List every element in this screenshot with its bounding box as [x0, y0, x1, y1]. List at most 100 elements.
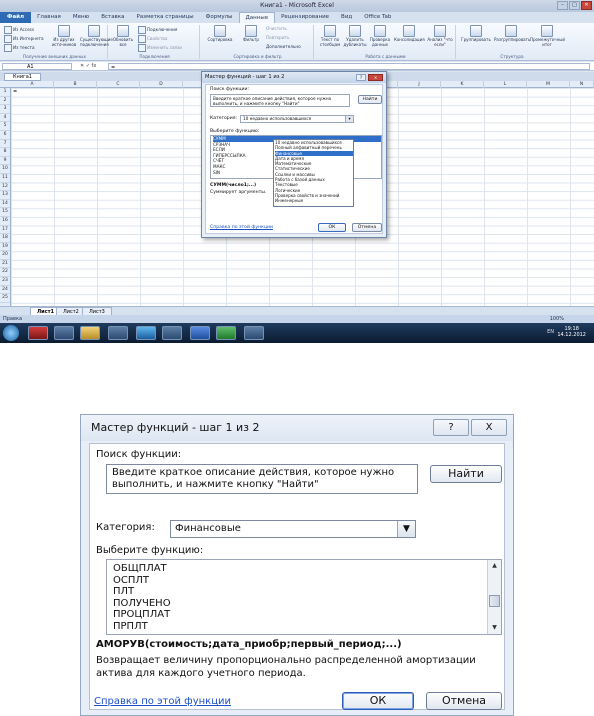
advanced-filter-button[interactable]: Дополнительно	[266, 44, 301, 49]
close-button[interactable]: ✕	[368, 74, 383, 81]
function-list-scrollbar[interactable]: ▲ ▼	[487, 560, 501, 634]
row-header[interactable]: 8	[0, 148, 10, 157]
app-icon[interactable]	[244, 326, 264, 340]
row-header[interactable]: 25	[0, 294, 10, 303]
properties-button[interactable]: Свойства	[138, 35, 167, 43]
edit-links-button[interactable]: Изменить связи	[138, 44, 182, 52]
filter-button[interactable]: Фильтр	[240, 25, 262, 43]
existing-connections-button[interactable]: Существующие подключения	[80, 25, 113, 47]
ok-button[interactable]: ОК	[342, 692, 414, 710]
what-if-button[interactable]: Анализ "что если"	[426, 25, 454, 47]
language-indicator[interactable]: EN	[547, 329, 554, 335]
group-button[interactable]: Группировать	[460, 25, 492, 43]
tab-file[interactable]: Файл	[0, 12, 32, 23]
row-header[interactable]: 15	[0, 208, 10, 217]
row-header[interactable]: 6	[0, 131, 10, 140]
clear-filter-button[interactable]: Очистить	[266, 26, 287, 31]
media-icon[interactable]	[108, 326, 128, 340]
tab-office-tab[interactable]: Office Tab	[358, 12, 397, 23]
close-button[interactable]: X	[471, 419, 507, 436]
tab-data[interactable]: Данные	[238, 12, 276, 23]
consolidate-button[interactable]: Консолидация	[394, 25, 425, 43]
row-header[interactable]: 22	[0, 268, 10, 278]
row-header[interactable]: 19	[0, 243, 10, 252]
text-to-columns-button[interactable]: Текст по столбцам	[318, 25, 342, 47]
category-dropdown-list[interactable]: 10 недавно использовавшихся Полный алфав…	[273, 139, 354, 207]
column-header[interactable]: K	[441, 81, 484, 88]
row-header[interactable]: 7	[0, 140, 10, 149]
row-header[interactable]: 18	[0, 234, 10, 243]
row-header[interactable]: 5	[0, 122, 10, 131]
row-header[interactable]: 10	[0, 165, 10, 174]
excel-icon[interactable]	[216, 326, 236, 340]
connections-button[interactable]: Подключения	[138, 26, 177, 34]
minimize-button[interactable]: –	[557, 1, 568, 10]
browser-icon[interactable]	[136, 326, 156, 340]
cancel-button[interactable]: Отмена	[352, 223, 382, 232]
tab-view[interactable]: Вид	[335, 12, 358, 23]
search-input[interactable]: Введите краткое описание действия, котор…	[210, 94, 350, 107]
zoom-level[interactable]: 100%	[550, 315, 564, 323]
scroll-down-icon[interactable]: ▼	[488, 622, 501, 634]
ok-button[interactable]: ОК	[318, 223, 346, 232]
row-header[interactable]: 21	[0, 260, 10, 269]
function-item[interactable]: ПС	[113, 633, 171, 634]
column-header[interactable]: M	[527, 81, 570, 88]
data-validation-button[interactable]: Проверка данных	[368, 25, 392, 47]
help-link[interactable]: Справка по этой функции	[94, 696, 231, 707]
refresh-all-button[interactable]: Обновить все	[112, 25, 134, 47]
row-header[interactable]: 14	[0, 200, 10, 209]
cell-a1[interactable]: =	[13, 88, 17, 96]
tab-page-layout[interactable]: Разметка страницы	[131, 12, 200, 23]
row-header[interactable]: 1	[0, 88, 10, 97]
tab-formulas[interactable]: Формулы	[200, 12, 239, 23]
sort-button[interactable]: Сортировка	[206, 25, 234, 43]
function-item[interactable]: ОБЩПЛАТ	[113, 563, 171, 575]
word-icon[interactable]	[190, 326, 210, 340]
folder-icon[interactable]	[80, 326, 100, 340]
reapply-button[interactable]: Повторить	[266, 35, 289, 40]
function-list[interactable]: ОБЩПЛАТ ОСПЛТ ПЛТ ПОЛУЧЕНО ПРОЦПЛАТ ПРПЛ…	[106, 559, 502, 635]
column-header[interactable]: C	[97, 81, 140, 88]
function-item[interactable]: ПЛТ	[113, 586, 171, 598]
search-input[interactable]: Введите краткое описание действия, котор…	[106, 464, 418, 494]
ungroup-button[interactable]: Разгруппировать	[494, 25, 530, 43]
row-header[interactable]: 23	[0, 277, 10, 286]
chevron-down-icon[interactable]: ▼	[397, 521, 415, 537]
antivirus-icon[interactable]	[28, 326, 48, 340]
workbook-tab[interactable]: Книга1	[4, 73, 41, 81]
find-button[interactable]: Найти	[358, 95, 382, 104]
column-header[interactable]: J	[398, 81, 441, 88]
help-button[interactable]: ?	[433, 419, 469, 436]
row-header[interactable]: 3	[0, 105, 10, 114]
column-header[interactable]: B	[54, 81, 97, 88]
category-option[interactable]: Полный алфавитный перечень	[275, 145, 353, 150]
tab-insert[interactable]: Вставка	[95, 12, 130, 23]
cancel-button[interactable]: Отмена	[426, 692, 502, 710]
function-item[interactable]: ПРОЦПЛАТ	[113, 609, 171, 621]
name-box[interactable]: A1	[2, 63, 72, 70]
from-web-button[interactable]: Из Интернета	[4, 35, 44, 43]
remove-duplicates-button[interactable]: Удалить дубликаты	[343, 25, 367, 47]
category-select[interactable]: Финансовые ▼	[170, 520, 416, 538]
close-button[interactable]: ✕	[581, 1, 592, 10]
scroll-thumb[interactable]	[489, 595, 500, 607]
from-access-button[interactable]: Из Access	[4, 26, 34, 34]
row-header[interactable]: 4	[0, 114, 10, 123]
subtotal-button[interactable]: Промежуточный итог	[530, 25, 565, 47]
row-header[interactable]: 9	[0, 157, 10, 166]
row-header[interactable]: 11	[0, 174, 10, 183]
row-header[interactable]: 17	[0, 226, 10, 235]
tab-review[interactable]: Рецензирование	[275, 12, 335, 23]
tab-home[interactable]: Главная	[31, 12, 67, 23]
function-item[interactable]: ОСПЛТ	[113, 575, 171, 587]
other-sources-button[interactable]: Из других источников	[50, 25, 78, 47]
scroll-up-icon[interactable]: ▲	[488, 560, 501, 572]
function-item[interactable]: ПРПЛТ	[113, 621, 171, 633]
row-header[interactable]: 16	[0, 217, 10, 226]
app-icon[interactable]	[162, 326, 182, 340]
column-header[interactable]: D	[140, 81, 183, 88]
app-icon[interactable]	[54, 326, 74, 340]
row-header[interactable]: 24	[0, 286, 10, 295]
category-option[interactable]: Инженерные	[275, 198, 353, 203]
